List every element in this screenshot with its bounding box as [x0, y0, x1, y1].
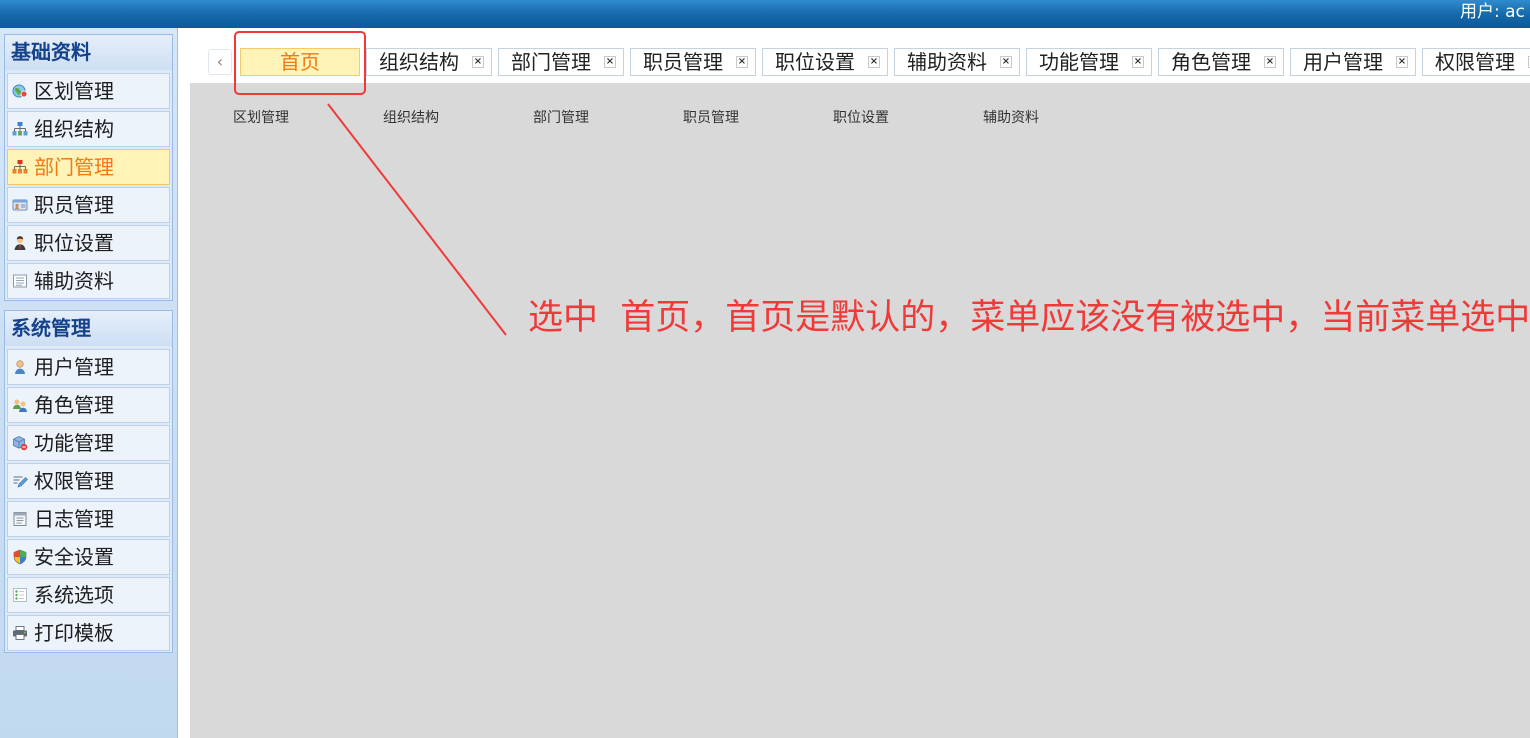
sidebar-item-department-management[interactable]: 部门管理: [7, 149, 170, 185]
log-icon: [12, 511, 28, 527]
sidebar-item-role-management[interactable]: 角色管理: [7, 387, 170, 423]
tab-close-button[interactable]: ×: [1000, 56, 1012, 68]
sidebar-item-permission-management[interactable]: 权限管理: [7, 463, 170, 499]
main-content: 区划管理 组织结构 部门管理 职员管理 职位设置 辅助资料 选中 首页，首页是默…: [190, 83, 1530, 738]
tab-label: 辅助资料: [907, 50, 987, 74]
tab-permission-management[interactable]: 权限管理 ×: [1422, 48, 1530, 76]
annotation-text: 选中 首页，首页是默认的，菜单应该没有被选中，当前菜单选中: [528, 298, 1530, 338]
sidebar-item-label: 职员管理: [34, 193, 114, 217]
panel-header-basic-data[interactable]: 基础资料: [5, 35, 172, 70]
tab-label: 角色管理: [1171, 50, 1251, 74]
sidebar-item-label: 打印模板: [34, 621, 114, 645]
position-icon: [12, 235, 28, 251]
tab-label: 权限管理: [1435, 50, 1515, 74]
tab-label: 功能管理: [1039, 50, 1119, 74]
sidebar-item-function-management[interactable]: 功能管理: [7, 425, 170, 461]
staff-card-icon: [12, 197, 28, 213]
sidebar-item-label: 区划管理: [34, 79, 114, 103]
sidebar-item-position-settings[interactable]: 职位设置: [7, 225, 170, 261]
sidebar-item-auxiliary-data[interactable]: 辅助资料: [7, 263, 170, 299]
sidebar-item-system-options[interactable]: 系统选项: [7, 577, 170, 613]
current-user-label: 用户: ac: [1460, 2, 1525, 22]
tab-user-management[interactable]: 用户管理 ×: [1290, 48, 1416, 76]
tab-close-button[interactable]: ×: [472, 56, 484, 68]
tab-label: 部门管理: [511, 50, 591, 74]
tab-label: 职位设置: [775, 50, 855, 74]
function-cube-icon: [12, 435, 28, 451]
sidebar-item-label: 日志管理: [34, 507, 114, 531]
sidebar-item-print-templates[interactable]: 打印模板: [7, 615, 170, 651]
tab-home[interactable]: 首页: [240, 48, 360, 76]
sidebar-item-label: 辅助资料: [34, 269, 114, 293]
sidebar-item-label: 用户管理: [34, 355, 114, 379]
tab-role-management[interactable]: 角色管理 ×: [1158, 48, 1284, 76]
panel-system-management: 系统管理 用户管理 角色管理 功能管理 权限管理 日志管理 安全设置 系统选项 …: [4, 310, 173, 653]
tab-label: 首页: [280, 50, 320, 74]
role-group-icon: [12, 397, 28, 413]
tab-label: 组织结构: [379, 50, 459, 74]
tab-close-button[interactable]: ×: [868, 56, 880, 68]
panel-basic-data: 基础资料 区划管理 组织结构 部门管理 职员管理 职位设置 辅助资料: [4, 34, 173, 301]
sidebar-item-label: 部门管理: [34, 155, 114, 179]
tab-close-button[interactable]: ×: [1132, 56, 1144, 68]
tab-staff-management[interactable]: 职员管理 ×: [630, 48, 756, 76]
org-chart-icon: [12, 121, 28, 137]
tab-close-button[interactable]: ×: [604, 56, 616, 68]
user-icon: [12, 359, 28, 375]
tab-auxiliary-data[interactable]: 辅助资料 ×: [894, 48, 1020, 76]
tab-scroll-left-button[interactable]: ‹: [208, 49, 232, 75]
sidebar-item-label: 安全设置: [34, 545, 114, 569]
tab-org-structure[interactable]: 组织结构 ×: [366, 48, 492, 76]
tab-department-management[interactable]: 部门管理 ×: [498, 48, 624, 76]
tab-close-button[interactable]: ×: [736, 56, 748, 68]
sidebar-item-label: 角色管理: [34, 393, 114, 417]
tab-function-management[interactable]: 功能管理 ×: [1026, 48, 1152, 76]
list-document-icon: [12, 273, 28, 289]
sidebar-item-label: 组织结构: [34, 117, 114, 141]
sidebar-item-staff-management[interactable]: 职员管理: [7, 187, 170, 223]
region-icon: [12, 83, 28, 99]
annotation-pointer-line: [327, 103, 507, 336]
tab-close-button[interactable]: ×: [1396, 56, 1408, 68]
tab-label: 职员管理: [643, 50, 723, 74]
tab-bar: ‹ 首页 组织结构 × 部门管理 × 职员管理 × 职位设置 × 辅助资料 × …: [178, 28, 1530, 83]
printer-icon: [12, 625, 28, 641]
annotation-line: [327, 103, 507, 336]
security-shield-icon: [12, 549, 28, 565]
permission-icon: [12, 473, 28, 489]
system-options-icon: [12, 587, 28, 603]
sidebar: 基础资料 区划管理 组织结构 部门管理 职员管理 职位设置 辅助资料 系统管理 …: [0, 28, 178, 738]
tab-label: 用户管理: [1303, 50, 1383, 74]
panel-header-system-management[interactable]: 系统管理: [5, 311, 172, 346]
tab-close-button[interactable]: ×: [1264, 56, 1276, 68]
sidebar-item-label: 功能管理: [34, 431, 114, 455]
sidebar-item-security-settings[interactable]: 安全设置: [7, 539, 170, 575]
sidebar-item-log-management[interactable]: 日志管理: [7, 501, 170, 537]
sidebar-item-org-structure[interactable]: 组织结构: [7, 111, 170, 147]
sidebar-item-region-management[interactable]: 区划管理: [7, 73, 170, 109]
sidebar-item-label: 职位设置: [34, 231, 114, 255]
tab-strip: 首页 组织结构 × 部门管理 × 职员管理 × 职位设置 × 辅助资料 × 功能…: [240, 48, 1530, 76]
top-header: 用户: ac: [0, 0, 1530, 28]
sidebar-item-label: 系统选项: [34, 583, 114, 607]
sidebar-item-user-management[interactable]: 用户管理: [7, 349, 170, 385]
tab-position-settings[interactable]: 职位设置 ×: [762, 48, 888, 76]
sidebar-item-label: 权限管理: [34, 469, 114, 493]
department-icon: [12, 159, 28, 175]
